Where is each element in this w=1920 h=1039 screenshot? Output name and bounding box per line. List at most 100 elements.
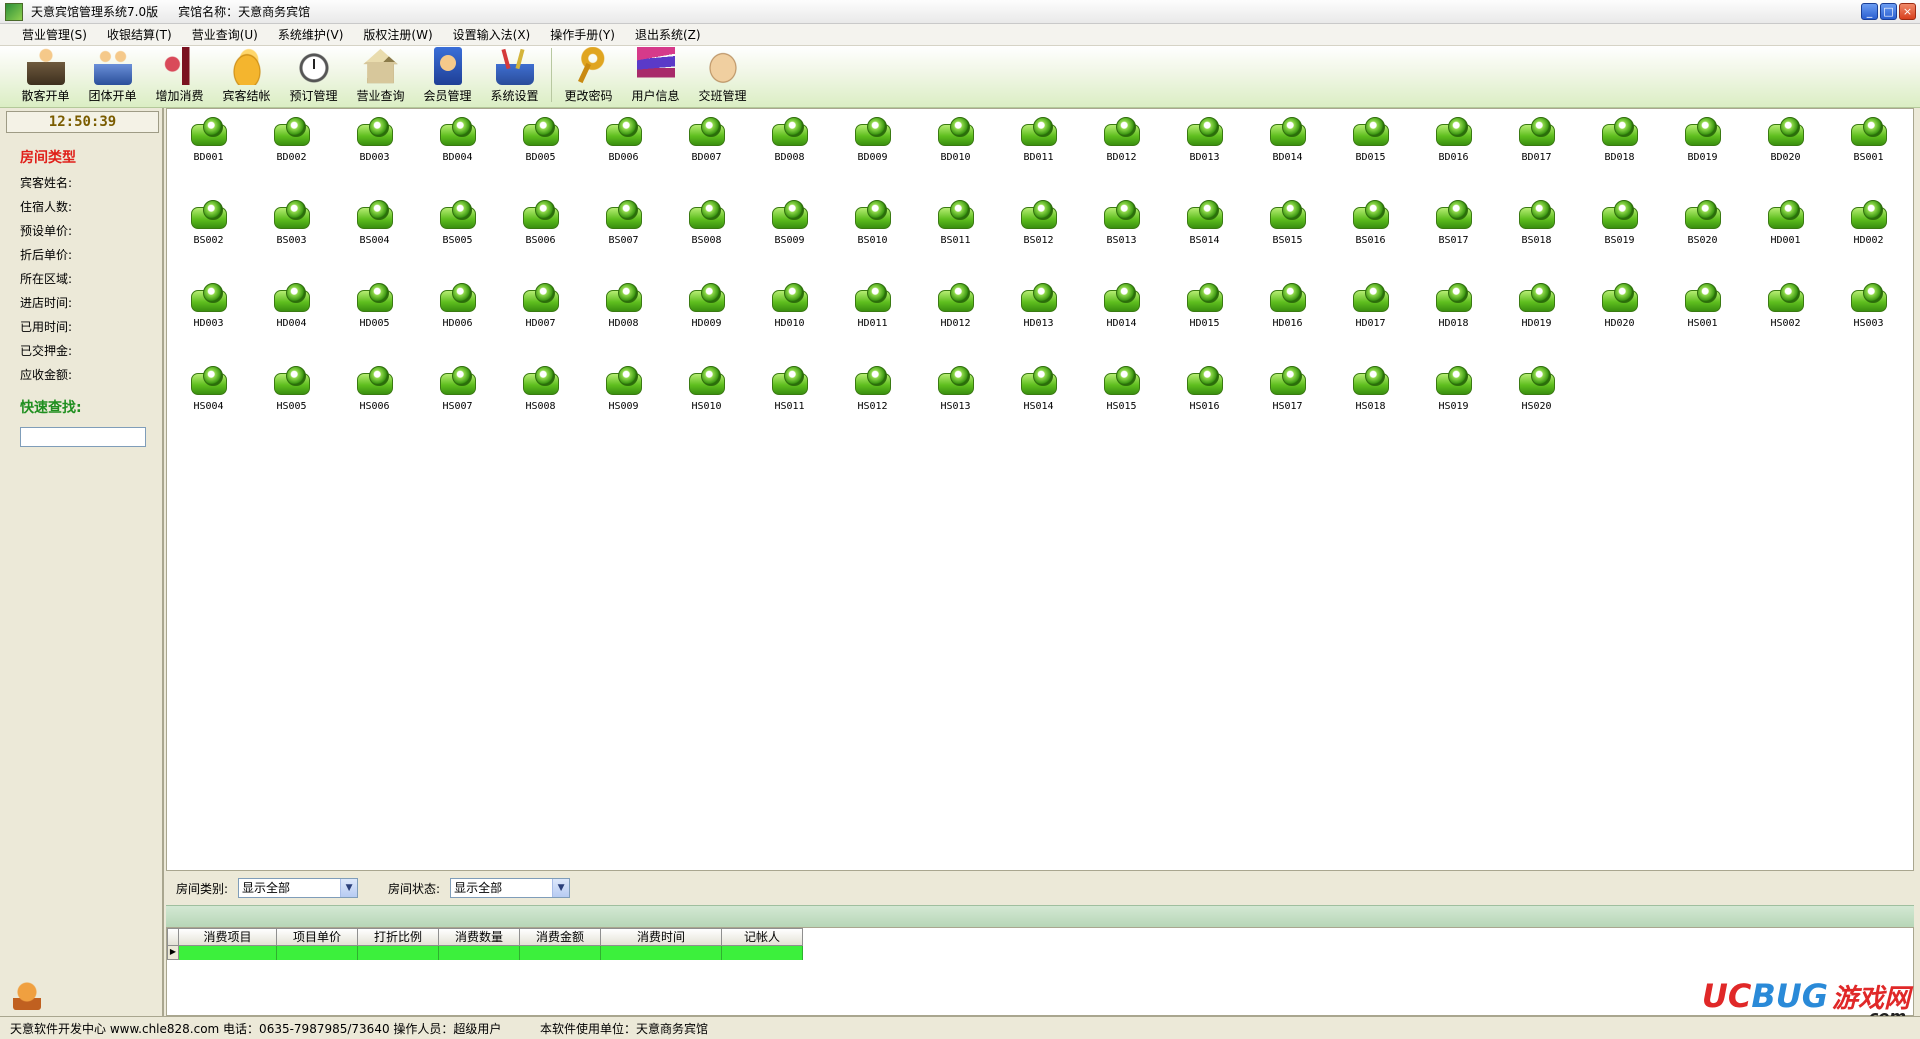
col-discount[interactable]: 打折比例 [358,928,439,946]
group-checkin-button[interactable]: 团体开单 [79,47,146,104]
menu-checkout[interactable]: 收银结算(T) [97,26,182,43]
room-tile[interactable]: HD002 [1827,199,1910,282]
room-tile[interactable]: HS016 [1163,365,1246,448]
room-tile[interactable]: HS011 [748,365,831,448]
room-tile[interactable]: HS013 [914,365,997,448]
col-amount[interactable]: 消费金额 [520,928,601,946]
room-tile[interactable]: HD001 [1744,199,1827,282]
room-tile[interactable]: BS005 [416,199,499,282]
walkin-checkin-button[interactable]: 散客开单 [12,47,79,104]
room-tile[interactable]: HS010 [665,365,748,448]
room-tile[interactable]: BD017 [1495,116,1578,199]
room-tile[interactable]: BS001 [1827,116,1910,199]
system-settings-button[interactable]: 系统设置 [481,47,548,104]
room-tile[interactable]: HS015 [1080,365,1163,448]
add-consumption-button[interactable]: 增加消费 [146,47,213,104]
minimize-button[interactable]: _ [1861,3,1878,20]
room-tile[interactable]: BD003 [333,116,416,199]
room-tile[interactable]: HS020 [1495,365,1578,448]
chevron-down-icon[interactable]: ▼ [552,879,570,897]
table-cell[interactable] [722,946,803,960]
room-tile[interactable]: BS016 [1329,199,1412,282]
room-tile[interactable]: BS010 [831,199,914,282]
room-tile[interactable]: HS018 [1329,365,1412,448]
room-tile[interactable]: HD007 [499,282,582,365]
room-tile[interactable]: HD013 [997,282,1080,365]
business-query-button[interactable]: 营业查询 [347,47,414,104]
room-tile[interactable]: HS002 [1744,282,1827,365]
room-tile[interactable]: HD004 [250,282,333,365]
table-cell[interactable] [601,946,722,960]
menu-input-method[interactable]: 设置输入法(X) [443,26,541,43]
room-tile[interactable]: HD010 [748,282,831,365]
room-tile[interactable]: BS008 [665,199,748,282]
room-tile[interactable]: HD012 [914,282,997,365]
guest-checkout-button[interactable]: 宾客结帐 [213,47,280,104]
room-tile[interactable]: BD002 [250,116,333,199]
quick-search-input[interactable] [20,427,146,447]
room-tile[interactable]: BS006 [499,199,582,282]
room-tile[interactable]: HS005 [250,365,333,448]
room-tile[interactable]: HD019 [1495,282,1578,365]
chevron-down-icon[interactable]: ▼ [340,879,358,897]
col-recorder[interactable]: 记帐人 [722,928,803,946]
table-cell[interactable] [358,946,439,960]
room-tile[interactable]: HD005 [333,282,416,365]
table-cell[interactable] [179,946,277,960]
room-tile[interactable]: BS018 [1495,199,1578,282]
room-tile[interactable]: BD006 [582,116,665,199]
room-tile[interactable]: HD009 [665,282,748,365]
member-management-button[interactable]: 会员管理 [414,47,481,104]
table-row[interactable]: ▶ [167,946,1913,960]
room-tile[interactable]: BD020 [1744,116,1827,199]
room-tile[interactable]: BS017 [1412,199,1495,282]
reservation-button[interactable]: 预订管理 [280,47,347,104]
menu-query[interactable]: 营业查询(U) [182,26,268,43]
room-tile[interactable]: BD011 [997,116,1080,199]
menu-manual[interactable]: 操作手册(Y) [540,26,625,43]
room-tile[interactable]: HD020 [1578,282,1661,365]
col-unit-price[interactable]: 项目单价 [277,928,358,946]
menu-register[interactable]: 版权注册(W) [353,26,442,43]
room-tile[interactable]: HD016 [1246,282,1329,365]
room-tile[interactable]: BD012 [1080,116,1163,199]
menu-exit[interactable]: 退出系统(Z) [625,26,711,43]
table-cell[interactable] [277,946,358,960]
room-tile[interactable]: BS003 [250,199,333,282]
table-cell[interactable] [439,946,520,960]
maximize-button[interactable]: □ [1880,3,1897,20]
shift-handover-button[interactable]: 交班管理 [689,47,756,104]
room-tile[interactable]: BS013 [1080,199,1163,282]
room-tile[interactable]: BD018 [1578,116,1661,199]
col-time[interactable]: 消费时间 [601,928,722,946]
room-tile[interactable]: BD001 [167,116,250,199]
room-tile[interactable]: HS019 [1412,365,1495,448]
menu-maintenance[interactable]: 系统维护(V) [268,26,354,43]
room-tile[interactable]: BD015 [1329,116,1412,199]
room-tile[interactable]: BS007 [582,199,665,282]
room-tile[interactable]: HD008 [582,282,665,365]
room-tile[interactable]: BS015 [1246,199,1329,282]
table-cell[interactable] [520,946,601,960]
room-tile[interactable]: BD013 [1163,116,1246,199]
room-tile[interactable]: BS011 [914,199,997,282]
room-tile[interactable]: BS004 [333,199,416,282]
room-tile[interactable]: BS014 [1163,199,1246,282]
room-tile[interactable]: BD014 [1246,116,1329,199]
room-tile[interactable]: BD007 [665,116,748,199]
room-tile[interactable]: BD010 [914,116,997,199]
room-tile[interactable]: HS001 [1661,282,1744,365]
room-tile[interactable]: BS019 [1578,199,1661,282]
room-tile[interactable]: BS020 [1661,199,1744,282]
room-tile[interactable]: BD004 [416,116,499,199]
room-tile[interactable]: HD018 [1412,282,1495,365]
user-info-button[interactable]: 用户信息 [622,47,689,104]
room-tile[interactable]: HS003 [1827,282,1910,365]
change-password-button[interactable]: 更改密码 [555,47,622,104]
room-tile[interactable]: HD014 [1080,282,1163,365]
room-tile[interactable]: BS012 [997,199,1080,282]
room-tile[interactable]: HS017 [1246,365,1329,448]
room-tile[interactable]: HS009 [582,365,665,448]
room-category-select[interactable]: 显示全部 ▼ [238,878,359,898]
room-tile[interactable]: BD005 [499,116,582,199]
